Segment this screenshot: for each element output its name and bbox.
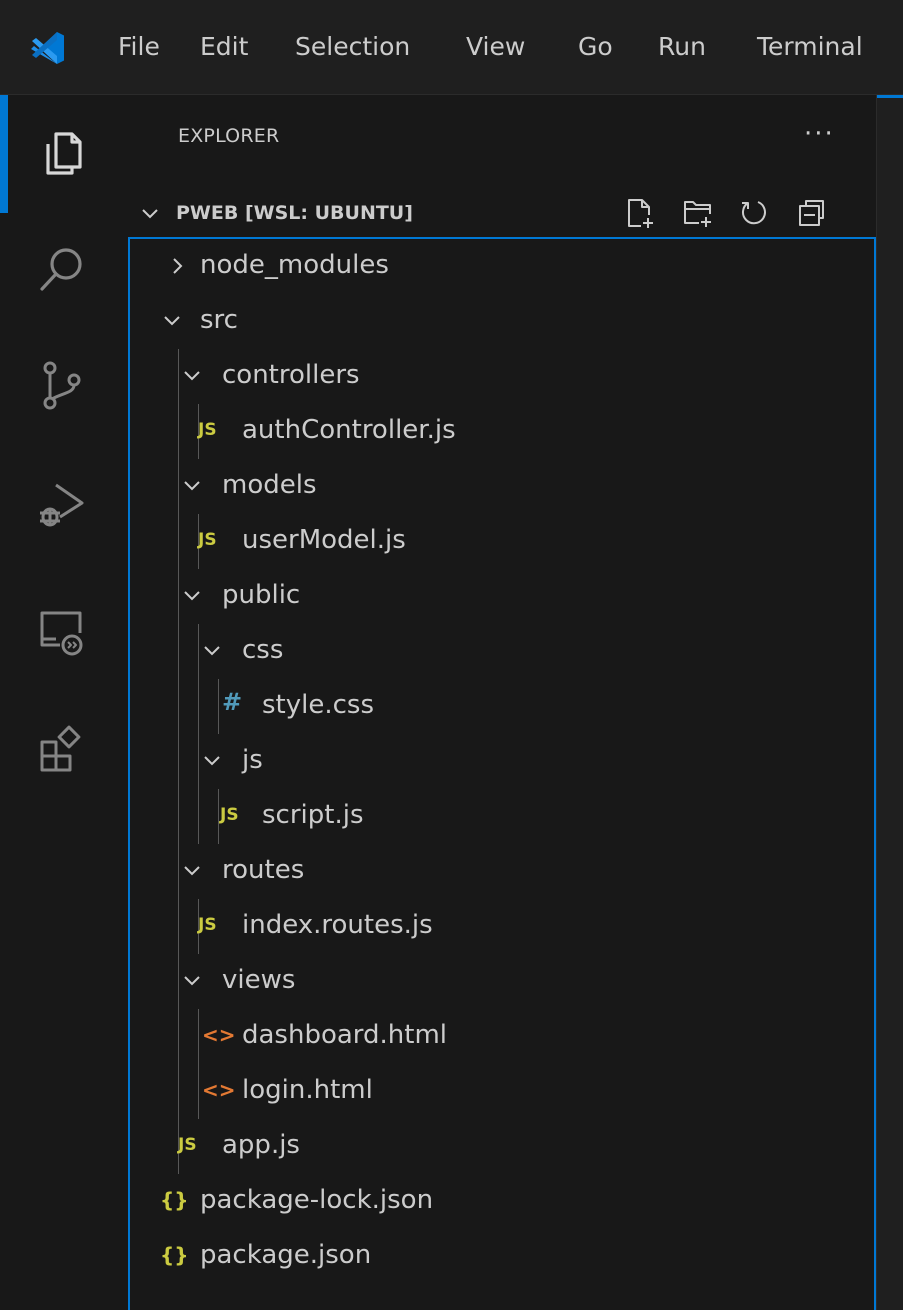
tree-item-label: package.json: [200, 1240, 372, 1270]
tree-item-label: userModel.js: [242, 525, 406, 555]
tree-item-label: dashboard.html: [242, 1020, 448, 1050]
menu-go[interactable]: Go: [578, 30, 613, 64]
tree-item-label: views: [222, 965, 296, 995]
title-bar: File Edit Selection View Go Run Terminal: [0, 0, 903, 95]
tree-file-style-css[interactable]: # style.css: [130, 679, 870, 734]
tree-folder-views[interactable]: views: [130, 954, 870, 1009]
tree-folder-node-modules[interactable]: node_modules: [130, 239, 870, 294]
editor-area-edge: [876, 95, 903, 1310]
tree-item-label: controllers: [222, 360, 360, 390]
tree-folder-css[interactable]: css: [130, 624, 870, 679]
tree-folder-src[interactable]: src: [130, 294, 870, 349]
js-file-icon: JS: [198, 530, 217, 550]
js-file-icon: JS: [198, 915, 217, 935]
tree-folder-models[interactable]: models: [130, 459, 870, 514]
menu-view[interactable]: View: [466, 30, 525, 64]
chevron-down-icon: [184, 866, 200, 876]
more-actions-button[interactable]: ···: [804, 119, 835, 149]
tree-item-label: package-lock.json: [200, 1185, 434, 1215]
tree-folder-controllers[interactable]: controllers: [130, 349, 870, 404]
chevron-down-icon: [184, 481, 200, 491]
chevron-down-icon: [142, 209, 158, 219]
css-file-icon: #: [222, 688, 243, 716]
tree-item-label: css: [242, 635, 284, 665]
activity-bar: [0, 95, 118, 1310]
explorer-sidebar: EXPLORER ··· PWEB [WSL: UBUNTU] node_mod…: [118, 95, 876, 1310]
tree-file-package-json[interactable]: {} package.json: [130, 1229, 870, 1284]
active-indicator: [0, 95, 8, 213]
tree-file-package-lock-json[interactable]: {} package-lock.json: [130, 1174, 870, 1229]
tree-file-app-js[interactable]: JS app.js: [130, 1119, 870, 1174]
chevron-down-icon: [184, 976, 200, 986]
tree-folder-routes[interactable]: routes: [130, 844, 870, 899]
collapse-all-icon[interactable]: [794, 195, 830, 231]
chevron-down-icon: [164, 316, 180, 326]
explorer-icon[interactable]: [34, 125, 90, 181]
tree-item-label: models: [222, 470, 317, 500]
menu-edit[interactable]: Edit: [200, 30, 248, 64]
tree-item-label: script.js: [262, 800, 364, 830]
html-file-icon: <>: [202, 1078, 236, 1102]
tree-file-login-html[interactable]: <> login.html: [130, 1064, 870, 1119]
source-control-icon[interactable]: [34, 357, 90, 413]
tree-file-index-routes-js[interactable]: JS index.routes.js: [130, 899, 870, 954]
tree-item-label: login.html: [242, 1075, 373, 1105]
chevron-right-icon: [173, 258, 183, 274]
tree-item-label: src: [200, 305, 238, 335]
tree-file-usermodel-js[interactable]: JS userModel.js: [130, 514, 870, 569]
menu-run[interactable]: Run: [658, 30, 706, 64]
tree-folder-public[interactable]: public: [130, 569, 870, 624]
tree-file-authcontroller-js[interactable]: JS authController.js: [130, 404, 870, 459]
menu-file[interactable]: File: [118, 30, 160, 64]
file-tree: node_modules src controllers JS authCont…: [128, 237, 876, 1310]
chevron-down-icon: [204, 756, 220, 766]
new-folder-icon[interactable]: [680, 195, 716, 231]
tree-item-label: routes: [222, 855, 305, 885]
js-file-icon: JS: [178, 1135, 197, 1155]
remote-explorer-icon[interactable]: [34, 603, 90, 659]
search-icon[interactable]: [34, 242, 90, 298]
new-file-icon[interactable]: [622, 195, 658, 231]
html-file-icon: <>: [202, 1023, 236, 1047]
extensions-icon[interactable]: [34, 722, 90, 778]
workspace-section-header[interactable]: PWEB [WSL: UBUNTU]: [118, 195, 876, 235]
tree-item-label: index.routes.js: [242, 910, 433, 940]
chevron-down-icon: [184, 371, 200, 381]
vscode-logo-icon: [31, 32, 64, 64]
explorer-title: EXPLORER: [178, 125, 280, 147]
active-tab-indicator: [877, 95, 903, 98]
menu-selection[interactable]: Selection: [295, 30, 410, 64]
js-file-icon: JS: [198, 420, 217, 440]
menu-terminal[interactable]: Terminal: [757, 30, 863, 64]
tree-item-label: style.css: [262, 690, 374, 720]
json-file-icon: {}: [160, 1243, 189, 1267]
refresh-icon[interactable]: [736, 195, 772, 231]
workspace-title: PWEB [WSL: UBUNTU]: [176, 202, 413, 224]
chevron-down-icon: [204, 646, 220, 656]
tree-item-label: app.js: [222, 1130, 300, 1160]
tree-item-label: node_modules: [200, 250, 389, 280]
tree-file-script-js[interactable]: JS script.js: [130, 789, 870, 844]
chevron-down-icon: [184, 591, 200, 601]
tree-item-label: public: [222, 580, 301, 610]
tree-file-dashboard-html[interactable]: <> dashboard.html: [130, 1009, 870, 1064]
json-file-icon: {}: [160, 1188, 189, 1212]
tree-item-label: js: [242, 745, 263, 775]
js-file-icon: JS: [220, 805, 239, 825]
run-debug-icon[interactable]: [34, 475, 90, 531]
tree-folder-js[interactable]: js: [130, 734, 870, 789]
tree-item-label: authController.js: [242, 415, 456, 445]
